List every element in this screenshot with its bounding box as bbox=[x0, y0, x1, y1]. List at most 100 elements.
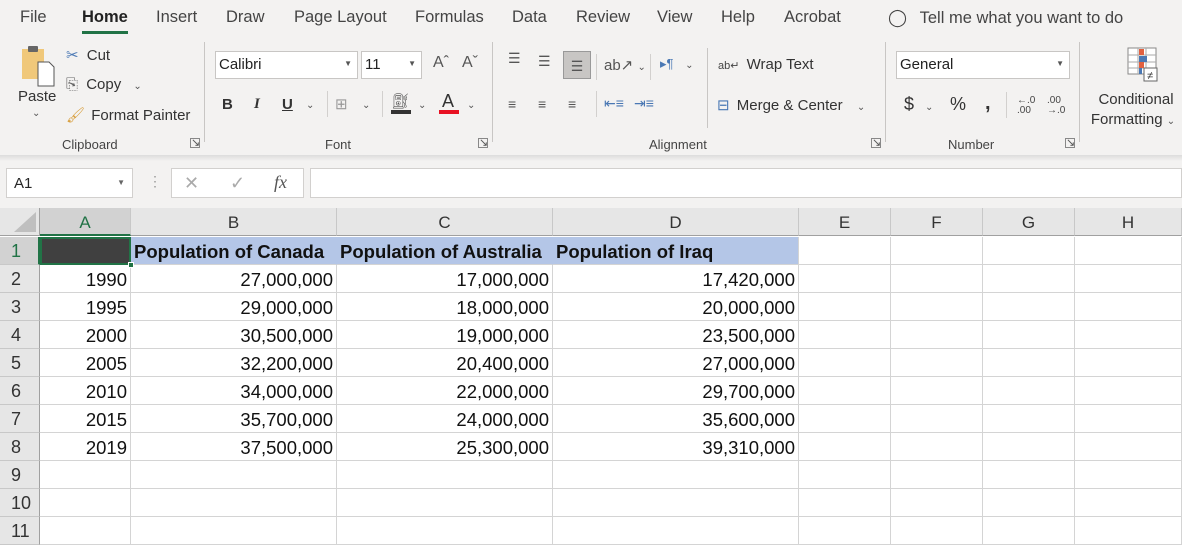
cell-a4[interactable]: 2000 bbox=[40, 321, 131, 349]
cell-c9[interactable] bbox=[337, 461, 553, 489]
cell-g4[interactable] bbox=[983, 321, 1075, 349]
cut-button[interactable]: ✂ Cut bbox=[66, 46, 110, 64]
dialog-launcher-icon[interactable]: ↘ bbox=[1065, 138, 1075, 149]
cell-h6[interactable] bbox=[1075, 377, 1182, 405]
tab-review[interactable]: Review bbox=[576, 8, 630, 27]
cell-f5[interactable] bbox=[891, 349, 983, 377]
bottom-align-button[interactable]: ☰ bbox=[563, 51, 591, 79]
comma-style-button[interactable]: , bbox=[985, 92, 991, 115]
align-left-button[interactable]: ≡ bbox=[508, 96, 516, 112]
cell-f10[interactable] bbox=[891, 489, 983, 517]
decrease-decimal-button[interactable]: .00 →.0 bbox=[1047, 96, 1065, 116]
cell-h11[interactable] bbox=[1075, 517, 1182, 545]
cell-g3[interactable] bbox=[983, 293, 1075, 321]
grip-icon[interactable]: ⋮ bbox=[148, 173, 162, 190]
column-header-a[interactable]: A bbox=[40, 208, 131, 236]
cell-e5[interactable] bbox=[799, 349, 891, 377]
row-header-11[interactable]: 11 bbox=[0, 517, 40, 545]
row-header-8[interactable]: 8 bbox=[0, 433, 40, 461]
tab-formulas[interactable]: Formulas bbox=[415, 8, 484, 27]
cell-d7[interactable]: 35,600,000 bbox=[553, 405, 799, 433]
cell-e9[interactable] bbox=[799, 461, 891, 489]
format-painter-button[interactable]: 🖌 Format Painter bbox=[66, 106, 190, 124]
text-direction-button[interactable]: ▸¶ ⌄ bbox=[660, 56, 694, 72]
cell-g7[interactable] bbox=[983, 405, 1075, 433]
cell-g11[interactable] bbox=[983, 517, 1075, 545]
fill-color-dropdown[interactable]: ⌄ bbox=[418, 100, 426, 111]
cell-b6[interactable]: 34,000,000 bbox=[131, 377, 337, 405]
percent-button[interactable]: % bbox=[950, 94, 966, 115]
cell-a11[interactable] bbox=[40, 517, 131, 545]
cell-h10[interactable] bbox=[1075, 489, 1182, 517]
font-color-dropdown[interactable]: ⌄ bbox=[467, 100, 475, 111]
cell-h1[interactable] bbox=[1075, 237, 1182, 265]
cell-e3[interactable] bbox=[799, 293, 891, 321]
select-all-button[interactable] bbox=[0, 208, 40, 236]
insert-function-icon[interactable]: fx bbox=[274, 172, 287, 193]
increase-font-size-button[interactable]: Aˆ bbox=[433, 54, 449, 72]
borders-dropdown[interactable]: ⌄ bbox=[362, 100, 370, 111]
tab-home[interactable]: Home bbox=[82, 8, 128, 34]
cell-e2[interactable] bbox=[799, 265, 891, 293]
cell-f3[interactable] bbox=[891, 293, 983, 321]
tab-acrobat[interactable]: Acrobat bbox=[784, 8, 841, 27]
cell-f7[interactable] bbox=[891, 405, 983, 433]
copy-button[interactable]: ⎘ Copy ⌄ bbox=[66, 76, 142, 93]
increase-decimal-button[interactable]: ←.0.00 bbox=[1017, 96, 1035, 116]
cell-b11[interactable] bbox=[131, 517, 337, 545]
cell-a2[interactable]: 1990 bbox=[40, 265, 131, 293]
bold-button[interactable]: B bbox=[222, 96, 233, 113]
cell-a8[interactable]: 2019 bbox=[40, 433, 131, 461]
cell-e1[interactable] bbox=[799, 237, 891, 265]
align-right-button[interactable]: ≡ bbox=[568, 96, 576, 112]
cell-d1[interactable]: Population of Iraq bbox=[553, 237, 799, 265]
cell-g2[interactable] bbox=[983, 265, 1075, 293]
cell-e8[interactable] bbox=[799, 433, 891, 461]
cancel-icon[interactable]: ✕ bbox=[184, 173, 199, 194]
cell-a6[interactable]: 2010 bbox=[40, 377, 131, 405]
cell-a5[interactable]: 2005 bbox=[40, 349, 131, 377]
cell-h3[interactable] bbox=[1075, 293, 1182, 321]
cell-c3[interactable]: 18,000,000 bbox=[337, 293, 553, 321]
cell-g9[interactable] bbox=[983, 461, 1075, 489]
cell-h2[interactable] bbox=[1075, 265, 1182, 293]
cell-a3[interactable]: 1995 bbox=[40, 293, 131, 321]
dialog-launcher-icon[interactable]: ↘ bbox=[190, 138, 200, 149]
cell-e4[interactable] bbox=[799, 321, 891, 349]
underline-button[interactable]: U bbox=[282, 96, 293, 113]
fill-color-button[interactable]: ⛽︎ bbox=[391, 92, 413, 118]
cell-d11[interactable] bbox=[553, 517, 799, 545]
column-header-g[interactable]: G bbox=[983, 208, 1075, 236]
cell-b3[interactable]: 29,000,000 bbox=[131, 293, 337, 321]
cell-f6[interactable] bbox=[891, 377, 983, 405]
cell-b2[interactable]: 27,000,000 bbox=[131, 265, 337, 293]
cell-f8[interactable] bbox=[891, 433, 983, 461]
cell-b5[interactable]: 32,200,000 bbox=[131, 349, 337, 377]
cell-f2[interactable] bbox=[891, 265, 983, 293]
cell-g10[interactable] bbox=[983, 489, 1075, 517]
currency-button[interactable]: $ ⌄ bbox=[904, 94, 933, 115]
cell-h5[interactable] bbox=[1075, 349, 1182, 377]
cell-c1[interactable]: Population of Australia bbox=[337, 237, 553, 265]
paste-button[interactable]: Paste ⌄ bbox=[18, 44, 56, 119]
cell-h4[interactable] bbox=[1075, 321, 1182, 349]
cell-a1[interactable] bbox=[40, 237, 131, 265]
cell-d10[interactable] bbox=[553, 489, 799, 517]
cell-e10[interactable] bbox=[799, 489, 891, 517]
row-header-2[interactable]: 2 bbox=[0, 265, 40, 293]
cell-e7[interactable] bbox=[799, 405, 891, 433]
cell-e6[interactable] bbox=[799, 377, 891, 405]
middle-align-button[interactable]: ☰ bbox=[538, 53, 551, 70]
italic-button[interactable]: I bbox=[254, 96, 260, 113]
dialog-launcher-icon[interactable]: ↘ bbox=[478, 138, 488, 149]
cell-f9[interactable] bbox=[891, 461, 983, 489]
cell-d9[interactable] bbox=[553, 461, 799, 489]
increase-indent-button[interactable]: ⇥≡ bbox=[634, 95, 654, 112]
cell-d4[interactable]: 23,500,000 bbox=[553, 321, 799, 349]
tab-file[interactable]: File bbox=[20, 8, 47, 27]
column-header-f[interactable]: F bbox=[891, 208, 983, 236]
font-name-select[interactable]: Calibri ▼ bbox=[215, 51, 358, 79]
align-center-button[interactable]: ≡ bbox=[538, 96, 546, 112]
cell-b7[interactable]: 35,700,000 bbox=[131, 405, 337, 433]
cell-f4[interactable] bbox=[891, 321, 983, 349]
